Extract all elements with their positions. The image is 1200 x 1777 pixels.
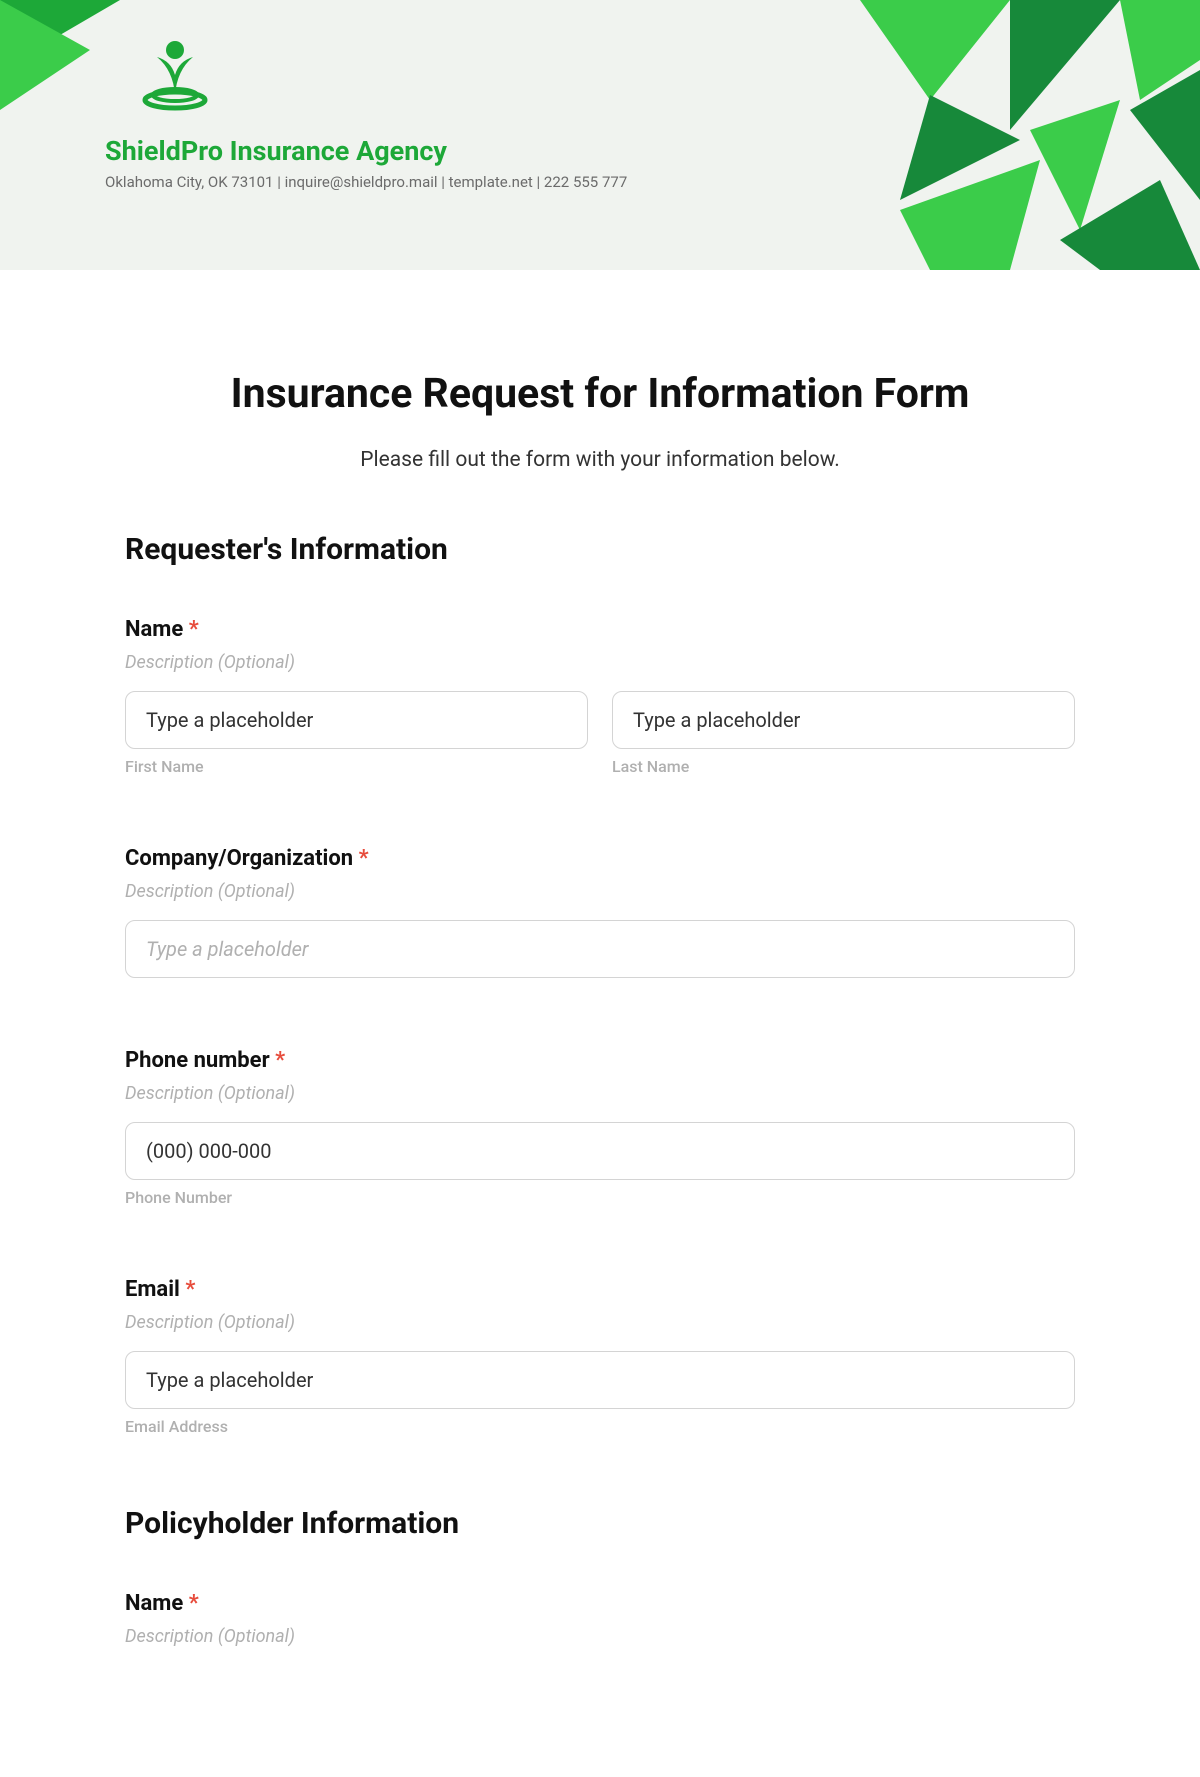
last-name-input[interactable] <box>612 691 1075 749</box>
first-name-input[interactable] <box>125 691 588 749</box>
label-text: Company/Organization <box>125 846 353 871</box>
section-heading-requester: Requester's Information <box>125 532 1075 567</box>
label-text: Email <box>125 1277 180 1302</box>
field-group-email: Email * Description (Optional) Email Add… <box>125 1277 1075 1436</box>
company-name: ShieldPro Insurance Agency <box>105 135 627 167</box>
label-text: Name <box>125 1591 183 1616</box>
form-title: Insurance Request for Information Form <box>125 370 1075 418</box>
field-description-company: Description (Optional) <box>125 881 1075 902</box>
form-content: Insurance Request for Information Form P… <box>0 270 1200 1777</box>
field-group-policyholder-name: Name * Description (Optional) <box>125 1591 1075 1647</box>
label-text: Name <box>125 617 183 642</box>
company-contact-line: Oklahoma City, OK 73101 | inquire@shield… <box>105 173 627 191</box>
field-label-name: Name * <box>125 617 1075 642</box>
field-group-phone: Phone number * Description (Optional) Ph… <box>125 1048 1075 1207</box>
email-input[interactable] <box>125 1351 1075 1409</box>
decorative-triangles-right <box>700 0 1200 270</box>
field-group-name: Name * Description (Optional) First Name… <box>125 617 1075 776</box>
field-group-company: Company/Organization * Description (Opti… <box>125 846 1075 978</box>
required-marker: * <box>189 617 199 642</box>
form-subtitle: Please fill out the form with your infor… <box>125 448 1075 472</box>
first-name-sublabel: First Name <box>125 757 588 776</box>
required-marker: * <box>275 1048 285 1073</box>
required-marker: * <box>359 846 369 871</box>
field-label-policyholder-name: Name * <box>125 1591 1075 1616</box>
phone-sublabel: Phone Number <box>125 1188 1075 1207</box>
field-label-email: Email * <box>125 1277 1075 1302</box>
email-sublabel: Email Address <box>125 1417 1075 1436</box>
field-description-name: Description (Optional) <box>125 652 1075 673</box>
company-info-block: ShieldPro Insurance Agency Oklahoma City… <box>105 35 627 191</box>
required-marker: * <box>189 1591 199 1616</box>
header-banner: ShieldPro Insurance Agency Oklahoma City… <box>0 0 1200 270</box>
label-text: Phone number <box>125 1048 270 1073</box>
field-label-company: Company/Organization * <box>125 846 1075 871</box>
field-description-phone: Description (Optional) <box>125 1083 1075 1104</box>
phone-input[interactable] <box>125 1122 1075 1180</box>
field-description-policyholder-name: Description (Optional) <box>125 1626 1075 1647</box>
required-marker: * <box>185 1277 195 1302</box>
last-name-sublabel: Last Name <box>612 757 1075 776</box>
field-description-email: Description (Optional) <box>125 1312 1075 1333</box>
company-logo-icon <box>135 35 215 115</box>
section-heading-policyholder: Policyholder Information <box>125 1506 1075 1541</box>
company-input[interactable] <box>125 920 1075 978</box>
field-label-phone: Phone number * <box>125 1048 1075 1073</box>
